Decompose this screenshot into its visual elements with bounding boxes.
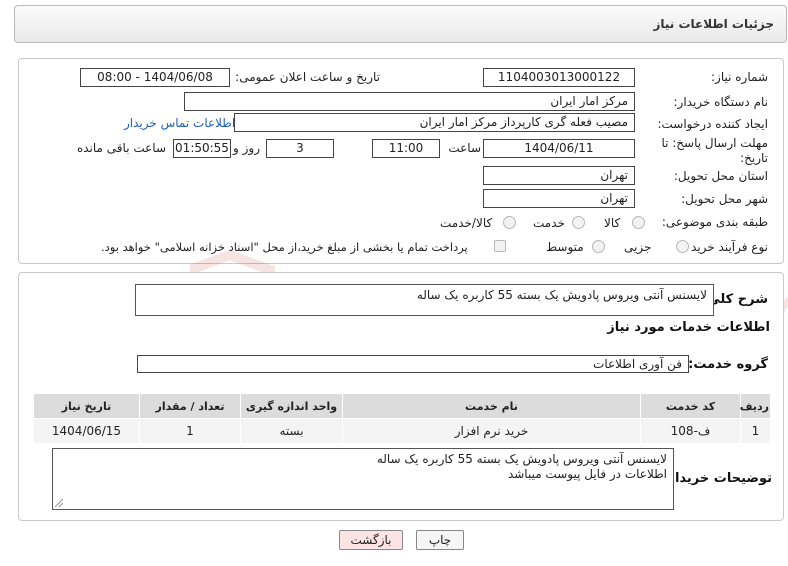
cell-service-name: خرید نرم افزار (342, 418, 641, 444)
deadline-date-field: 1404/06/11 (483, 139, 635, 158)
buyer-notes-label: توضیحات خریدار: (662, 471, 772, 486)
buyer-notes-line-1: لایسنس آنتی ویروس پادویش یک بسته 55 کارب… (376, 452, 667, 466)
city-label: شهر محل تحویل: (681, 192, 768, 206)
creator-label: ایجاد کننده درخواست: (657, 117, 768, 131)
process-radio-minor[interactable] (676, 240, 689, 253)
announce-label: تاریخ و ساعت اعلان عمومی: (235, 70, 380, 84)
days-label: روز و (233, 141, 260, 155)
buyer-label: نام دستگاه خریدار: (673, 95, 769, 109)
col-header-quantity: تعداد / مقدار (139, 393, 241, 419)
page-title: جزئیات اطلاعات نیاز (653, 17, 774, 31)
services-table: ردیف کد خدمت نام خدمت واحد اندازه گیری ت… (33, 393, 771, 444)
buyer-contact-link[interactable]: اطلاعات تماس خریدار (124, 116, 235, 130)
table-header-row: ردیف کد خدمت نام خدمت واحد اندازه گیری ت… (33, 393, 771, 419)
days-field: 3 (266, 139, 334, 158)
category-radio-service[interactable] (572, 216, 585, 229)
page-header: جزئیات اطلاعات نیاز (14, 5, 787, 43)
need-number-label: شماره نیاز: (711, 70, 768, 84)
col-header-unit: واحد اندازه گیری (240, 393, 343, 419)
remaining-time-field: 01:50:55 (173, 139, 231, 158)
process-option-medium: متوسط (546, 240, 584, 254)
category-option-service: خدمت (533, 216, 565, 230)
category-label: طبقه بندی موضوعی: (661, 215, 768, 229)
service-group-field: فن آوری اطلاعات (137, 355, 689, 373)
city-field: تهران (483, 189, 635, 208)
back-button[interactable]: بازگشت (339, 530, 403, 550)
cell-row-number: 1 (740, 418, 771, 444)
payment-note: پرداخت تمام یا بخشی از مبلغ خرید،از محل … (101, 240, 468, 254)
print-button[interactable]: چاپ (416, 530, 464, 550)
province-label: استان محل تحویل: (673, 169, 768, 183)
buyer-notes-textarea[interactable]: لایسنس آنتی ویروس پادویش یک بسته 55 کارب… (52, 448, 674, 510)
need-number-field: 1104003013000122 (483, 68, 635, 87)
process-option-minor: جزیی (624, 240, 652, 254)
col-header-service-code: کد خدمت (640, 393, 741, 419)
category-radio-goods-service[interactable] (503, 216, 516, 229)
time-label: ساعت (448, 141, 481, 155)
cell-need-date: 1404/06/15 (33, 418, 140, 444)
process-radio-medium[interactable] (592, 240, 605, 253)
cell-quantity: 1 (139, 418, 241, 444)
treasury-payment-checkbox[interactable] (494, 240, 506, 252)
col-header-need-date: تاریخ نیاز (33, 393, 140, 419)
col-header-row-number: ردیف (740, 393, 771, 419)
category-option-goods: کالا (604, 216, 621, 230)
table-row: 1 ف-108 خرید نرم افزار بسته 1 1404/06/15 (33, 418, 771, 444)
col-header-service-name: نام خدمت (342, 393, 641, 419)
buyer-field: مرکز امار ایران (184, 92, 635, 111)
cell-unit: بسته (240, 418, 343, 444)
deadline-time-field: 11:00 (372, 139, 440, 158)
services-heading: اطلاعات خدمات مورد نیاز (607, 320, 770, 335)
remaining-label: ساعت باقی مانده (76, 141, 166, 155)
summary-textarea[interactable]: لایسنس آنتی ویروس پادویش یک بسته 55 کارب… (135, 284, 714, 316)
service-group-label: گروه خدمت: (688, 357, 768, 372)
announce-field: 1404/06/08 - 08:00 (80, 68, 230, 87)
province-field: تهران (483, 166, 635, 185)
creator-field: مصیب فعله گری کارپرداز مرکز امار ایران (234, 113, 635, 132)
buyer-notes-line-2: اطلاعات در فایل پیوست میباشد (507, 467, 667, 481)
cell-service-code: ف-108 (640, 418, 741, 444)
process-label: نوع فرآیند خرید : (683, 240, 768, 254)
resize-grip-icon[interactable] (55, 499, 63, 507)
category-option-goods-service: کالا/خدمت (440, 216, 493, 230)
category-radio-goods[interactable] (632, 216, 645, 229)
deadline-label: مهلت ارسال پاسخ: تا تاریخ: (661, 136, 768, 165)
